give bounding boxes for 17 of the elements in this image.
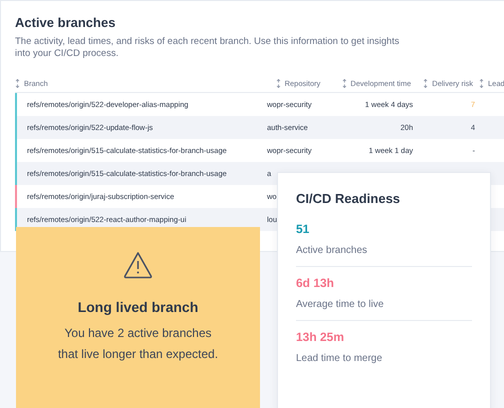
sort-icon bbox=[342, 78, 347, 88]
sort-icon bbox=[15, 78, 20, 88]
panel-description: The activity, lead times, and risks of each recent branch. Use this information to get insights into your CI/CD process. bbox=[15, 36, 400, 60]
sort-icon bbox=[423, 78, 428, 88]
panel-title: Active branches bbox=[15, 15, 116, 30]
alert-title: Long lived branch bbox=[78, 299, 198, 315]
sort-icon bbox=[276, 78, 281, 88]
readiness-title: CI/CD Readiness bbox=[296, 191, 402, 206]
metric-value: 6d 13h bbox=[296, 276, 336, 290]
metric-value: 51 bbox=[296, 222, 310, 236]
warning-icon bbox=[123, 251, 153, 279]
metric-label: Active branches bbox=[296, 245, 368, 256]
sort-icon bbox=[479, 78, 484, 88]
metric-value: 13h 25m bbox=[296, 330, 346, 344]
metric-label: Average time to live bbox=[296, 299, 385, 310]
metric-label: Lead time to merge bbox=[296, 353, 384, 364]
alert-message: You have 2 active branches that live longer than expected. bbox=[56, 325, 220, 363]
